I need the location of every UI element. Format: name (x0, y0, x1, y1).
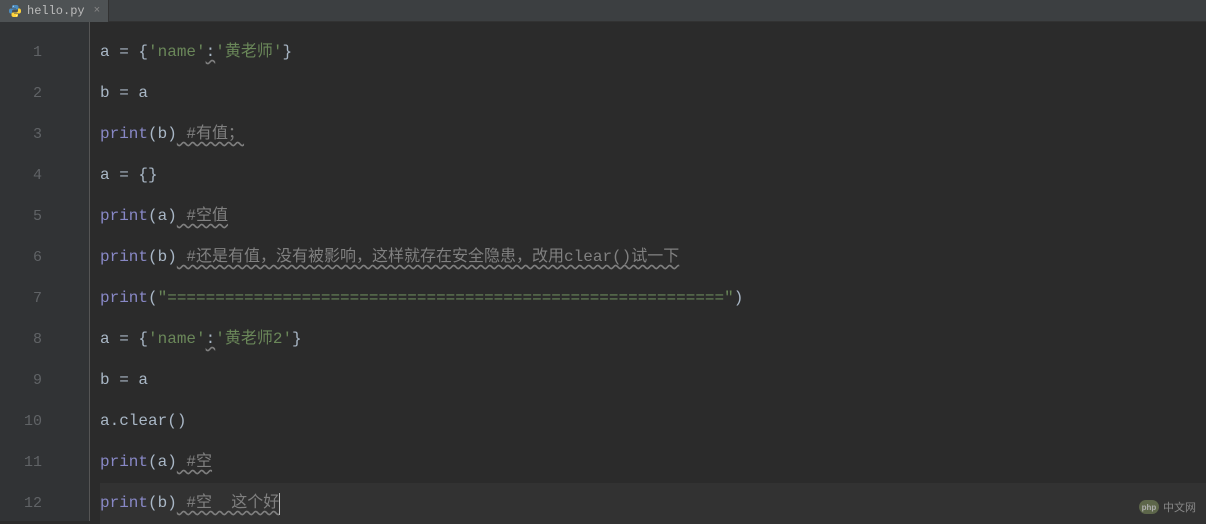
line-number: 12 (0, 483, 42, 524)
line-number: 4 (0, 155, 42, 196)
line-number: 7 (0, 278, 42, 319)
code-line: b = a (100, 360, 1206, 401)
code-line: print("=================================… (100, 278, 1206, 319)
code-area[interactable]: a = {'name':'黄老师'} b = a print(b) #有值； a… (90, 22, 1206, 521)
code-line: a = {} (100, 155, 1206, 196)
code-line: print(b) #有值； (100, 114, 1206, 155)
code-line: a = {'name':'黄老师2'} (100, 319, 1206, 360)
line-number: 1 (0, 32, 42, 73)
gutter-separator (60, 22, 90, 521)
code-line: print(a) #空 (100, 442, 1206, 483)
line-number: 5 (0, 196, 42, 237)
line-number: 3 (0, 114, 42, 155)
line-number: 11 (0, 442, 42, 483)
python-file-icon (8, 4, 22, 18)
code-line: a = {'name':'黄老师'} (100, 32, 1206, 73)
code-line: b = a (100, 73, 1206, 114)
text-cursor (279, 493, 280, 515)
close-icon[interactable]: × (94, 5, 101, 17)
line-number: 8 (0, 319, 42, 360)
line-number: 10 (0, 401, 42, 442)
code-line-current: print(b) #空 这个好 (100, 483, 1206, 524)
line-gutter: 1 2 3 4 5 6 7 8 9 10 11 12 (0, 22, 60, 521)
tab-bar: hello.py × (0, 0, 1206, 22)
watermark-logo: php (1139, 500, 1159, 514)
code-line: a.clear() (100, 401, 1206, 442)
tab-filename: hello.py (27, 4, 85, 18)
code-line: print(a) #空值 (100, 196, 1206, 237)
watermark: php 中文网 (1139, 499, 1196, 515)
file-tab[interactable]: hello.py × (0, 0, 109, 22)
watermark-text: 中文网 (1163, 499, 1196, 515)
line-number: 9 (0, 360, 42, 401)
editor: 1 2 3 4 5 6 7 8 9 10 11 12 a = {'name':'… (0, 22, 1206, 521)
code-line: print(b) #还是有值，没有被影响，这样就存在安全隐患，改用clear()… (100, 237, 1206, 278)
line-number: 6 (0, 237, 42, 278)
line-number: 2 (0, 73, 42, 114)
